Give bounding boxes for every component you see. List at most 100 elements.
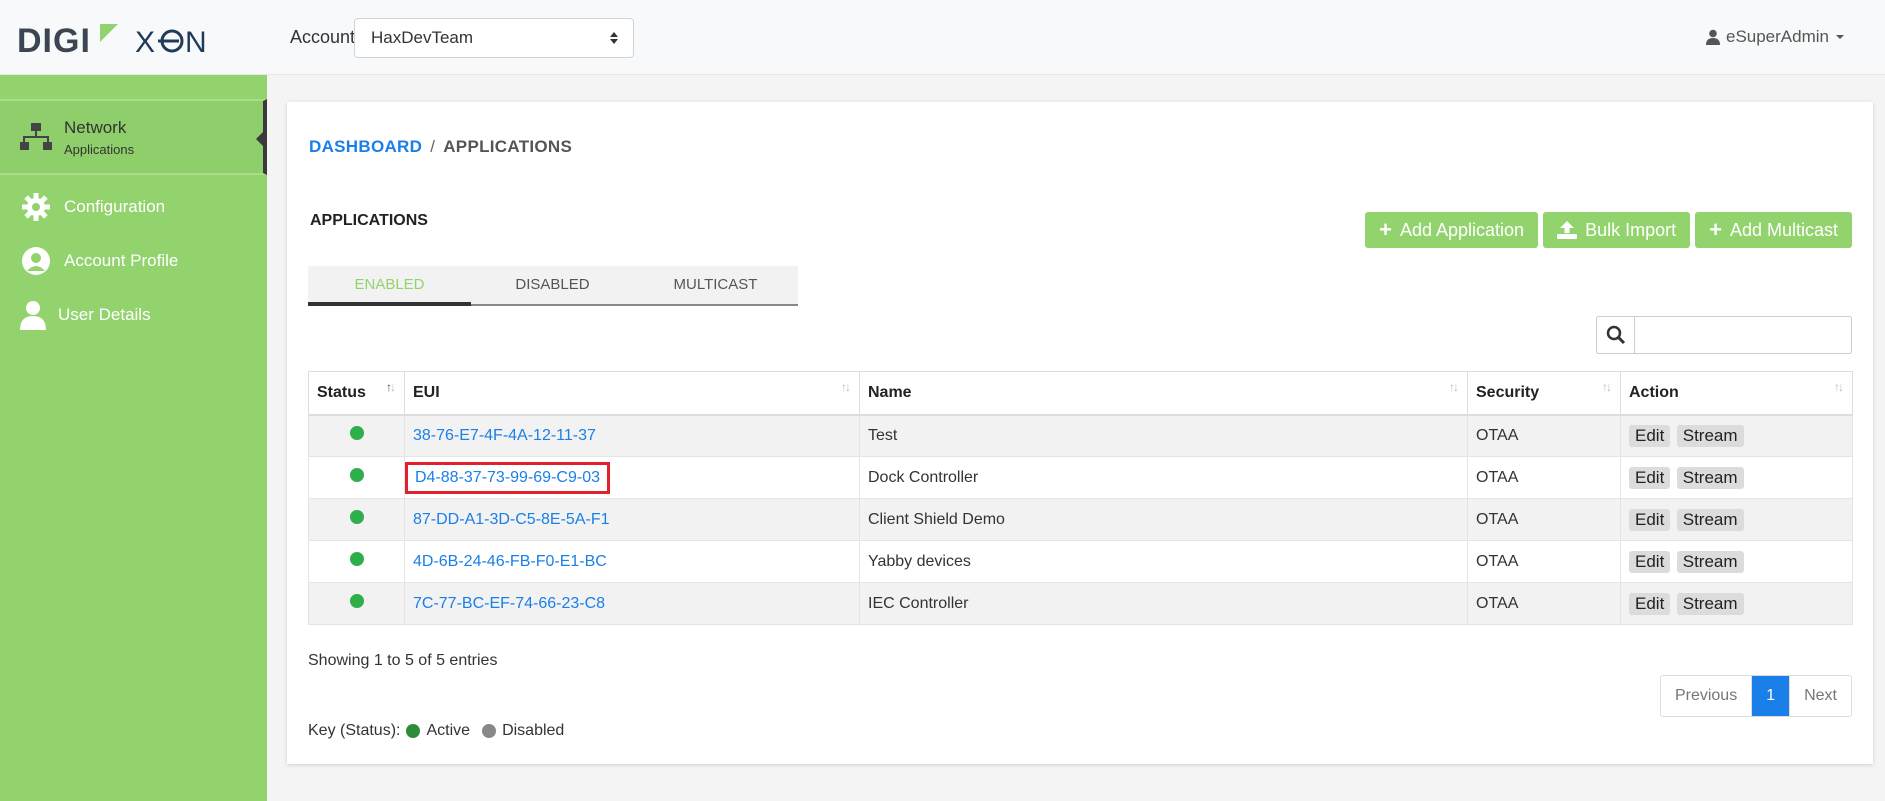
tab-disabled[interactable]: DISABLED [471,266,634,304]
applications-table: Status ↑↓ EUI ↑↓ Name ↑↓ Security ↑↓ Action ↑… [308,371,1853,625]
top-bar: DIGI X N Account HaxDevTeam eSuperAdmin [0,0,1885,75]
action-cell: Edit Stream [1620,582,1853,625]
stream-button[interactable]: Stream [1676,592,1744,615]
search-input[interactable] [1634,316,1852,354]
status-key-active: Active [426,722,471,739]
table-row: 7C-77-BC-EF-74-66-23-C8 IEC Controller O… [308,582,1853,625]
status-active-dot [349,552,364,566]
account-select-value: HaxDevTeam [371,28,474,47]
column-header-security[interactable]: Security ↑↓ [1467,371,1621,416]
disabled-dot-icon [482,724,497,738]
name-cell: Dock Controller [859,456,1468,499]
sidebar-item-label: Network [64,117,127,137]
action-cell: Edit Stream [1620,456,1853,499]
stream-button[interactable]: Stream [1676,424,1744,447]
sidebar-item-network[interactable]: Network Applications [0,99,267,175]
name-cell: IEC Controller [859,582,1468,625]
eui-link[interactable]: 7C-77-BC-EF-74-66-23-C8 [413,595,605,612]
user-menu[interactable]: eSuperAdmin [1705,27,1845,47]
svg-text:X: X [135,26,155,56]
edit-button[interactable]: Edit [1629,592,1671,615]
sidebar-item-configuration[interactable]: Configuration [0,185,267,229]
add-multicast-button[interactable]: + Add Multicast [1695,212,1852,248]
sidebar: Network Applications Configuration Accou… [0,75,267,801]
name-cell: Test [859,414,1468,457]
eui-link[interactable]: 38-76-E7-4F-4A-12-11-37 [413,427,596,444]
bulk-import-button[interactable]: Bulk Import [1543,212,1691,248]
breadcrumb-separator: / [430,137,436,156]
user-icon [1705,29,1720,45]
user-icon [15,297,51,333]
table-row: 4D-6B-24-46-FB-F0-E1-BC Yabby devices OT… [308,540,1853,583]
edit-button[interactable]: Edit [1629,550,1671,573]
edit-button[interactable]: Edit [1629,508,1671,531]
add-multicast-label: Add Multicast [1729,219,1838,240]
column-header-label: EUI [413,383,440,401]
user-name: eSuperAdmin [1725,27,1829,46]
tab-enabled[interactable]: ENABLED [308,266,471,306]
search-button[interactable] [1596,316,1634,354]
upload-icon [1557,221,1578,239]
sidebar-item-user-details[interactable]: User Details [0,293,267,337]
status-key-disabled: Disabled [502,722,565,739]
column-header-label: Name [868,383,912,401]
column-header-action[interactable]: Action ↑↓ [1620,371,1853,416]
plus-icon: + [1379,217,1392,242]
entries-info: Showing 1 to 5 of 5 entries [308,652,498,669]
sort-icon: ↑↓ [1834,380,1844,394]
sort-icon: ↑↓ [841,380,851,394]
status-cell [308,498,405,541]
eui-cell: D4-88-37-73-99-69-C9-03 [404,456,860,499]
stream-button[interactable]: Stream [1676,508,1744,531]
network-icon [18,119,54,155]
eui-link[interactable]: 87-DD-A1-3D-C5-8E-5A-F1 [413,511,610,528]
page-1-button[interactable]: 1 [1751,676,1790,716]
add-application-button[interactable]: + Add Application [1365,212,1539,248]
account-label: Account [290,27,356,47]
account-select[interactable]: HaxDevTeam [354,18,634,58]
eui-cell: 7C-77-BC-EF-74-66-23-C8 [404,582,860,625]
action-cell: Edit Stream [1620,414,1853,457]
page-title: APPLICATIONS [310,212,428,229]
stream-button[interactable]: Stream [1676,466,1744,489]
svg-text:N: N [185,26,207,56]
plus-icon: + [1709,217,1722,242]
eui-cell: 38-76-E7-4F-4A-12-11-37 [404,414,860,457]
breadcrumb-dashboard-link[interactable]: DASHBOARD [309,137,422,156]
eui-cell: 87-DD-A1-3D-C5-8E-5A-F1 [404,498,860,541]
pagination: Previous 1 Next [1659,675,1852,717]
column-header-status[interactable]: Status ↑↓ [308,371,405,416]
column-header-label: Status [317,383,366,401]
search-box [1596,316,1852,354]
tab-multicast[interactable]: MULTICAST [634,266,797,304]
name-cell: Client Shield Demo [859,498,1468,541]
status-key-label: Key (Status): [308,722,401,739]
sort-asc-icon: ↑↓ [386,380,396,394]
table-row: D4-88-37-73-99-69-C9-03 Dock Controller … [308,456,1853,499]
previous-page-button[interactable]: Previous [1661,676,1751,716]
status-active-dot [349,426,364,441]
action-buttons: + Add Application Bulk Import + Add Multic… [1365,212,1852,248]
eui-cell: 4D-6B-24-46-FB-F0-E1-BC [404,540,860,583]
next-page-button[interactable]: Next [1789,676,1851,716]
column-header-name[interactable]: Name ↑↓ [859,371,1468,416]
eui-link[interactable]: 4D-6B-24-46-FB-F0-E1-BC [413,553,607,570]
security-cell: OTAA [1467,414,1621,457]
main-card: DASHBOARD / APPLICATIONS APPLICATIONS + Add… [287,102,1873,764]
status-active-dot [349,468,364,482]
edit-button[interactable]: Edit [1629,424,1671,447]
breadcrumb: DASHBOARD / APPLICATIONS [309,137,572,157]
column-header-eui[interactable]: EUI ↑↓ [404,371,860,416]
edit-button[interactable]: Edit [1629,466,1671,489]
account-circle-icon [18,243,54,279]
security-cell: OTAA [1467,540,1621,583]
digi-xon-logo[interactable]: DIGI X N [17,22,217,56]
status-active-dot [349,594,364,608]
column-header-label: Security [1476,383,1540,401]
sidebar-item-account-profile[interactable]: Account Profile [0,239,267,283]
eui-link[interactable]: D4-88-37-73-99-69-C9-03 [405,461,610,494]
stream-button[interactable]: Stream [1676,550,1744,573]
breadcrumb-current: APPLICATIONS [443,137,573,156]
table-row: 87-DD-A1-3D-C5-8E-5A-F1 Client Shield De… [308,498,1853,541]
status-cell [308,582,405,625]
